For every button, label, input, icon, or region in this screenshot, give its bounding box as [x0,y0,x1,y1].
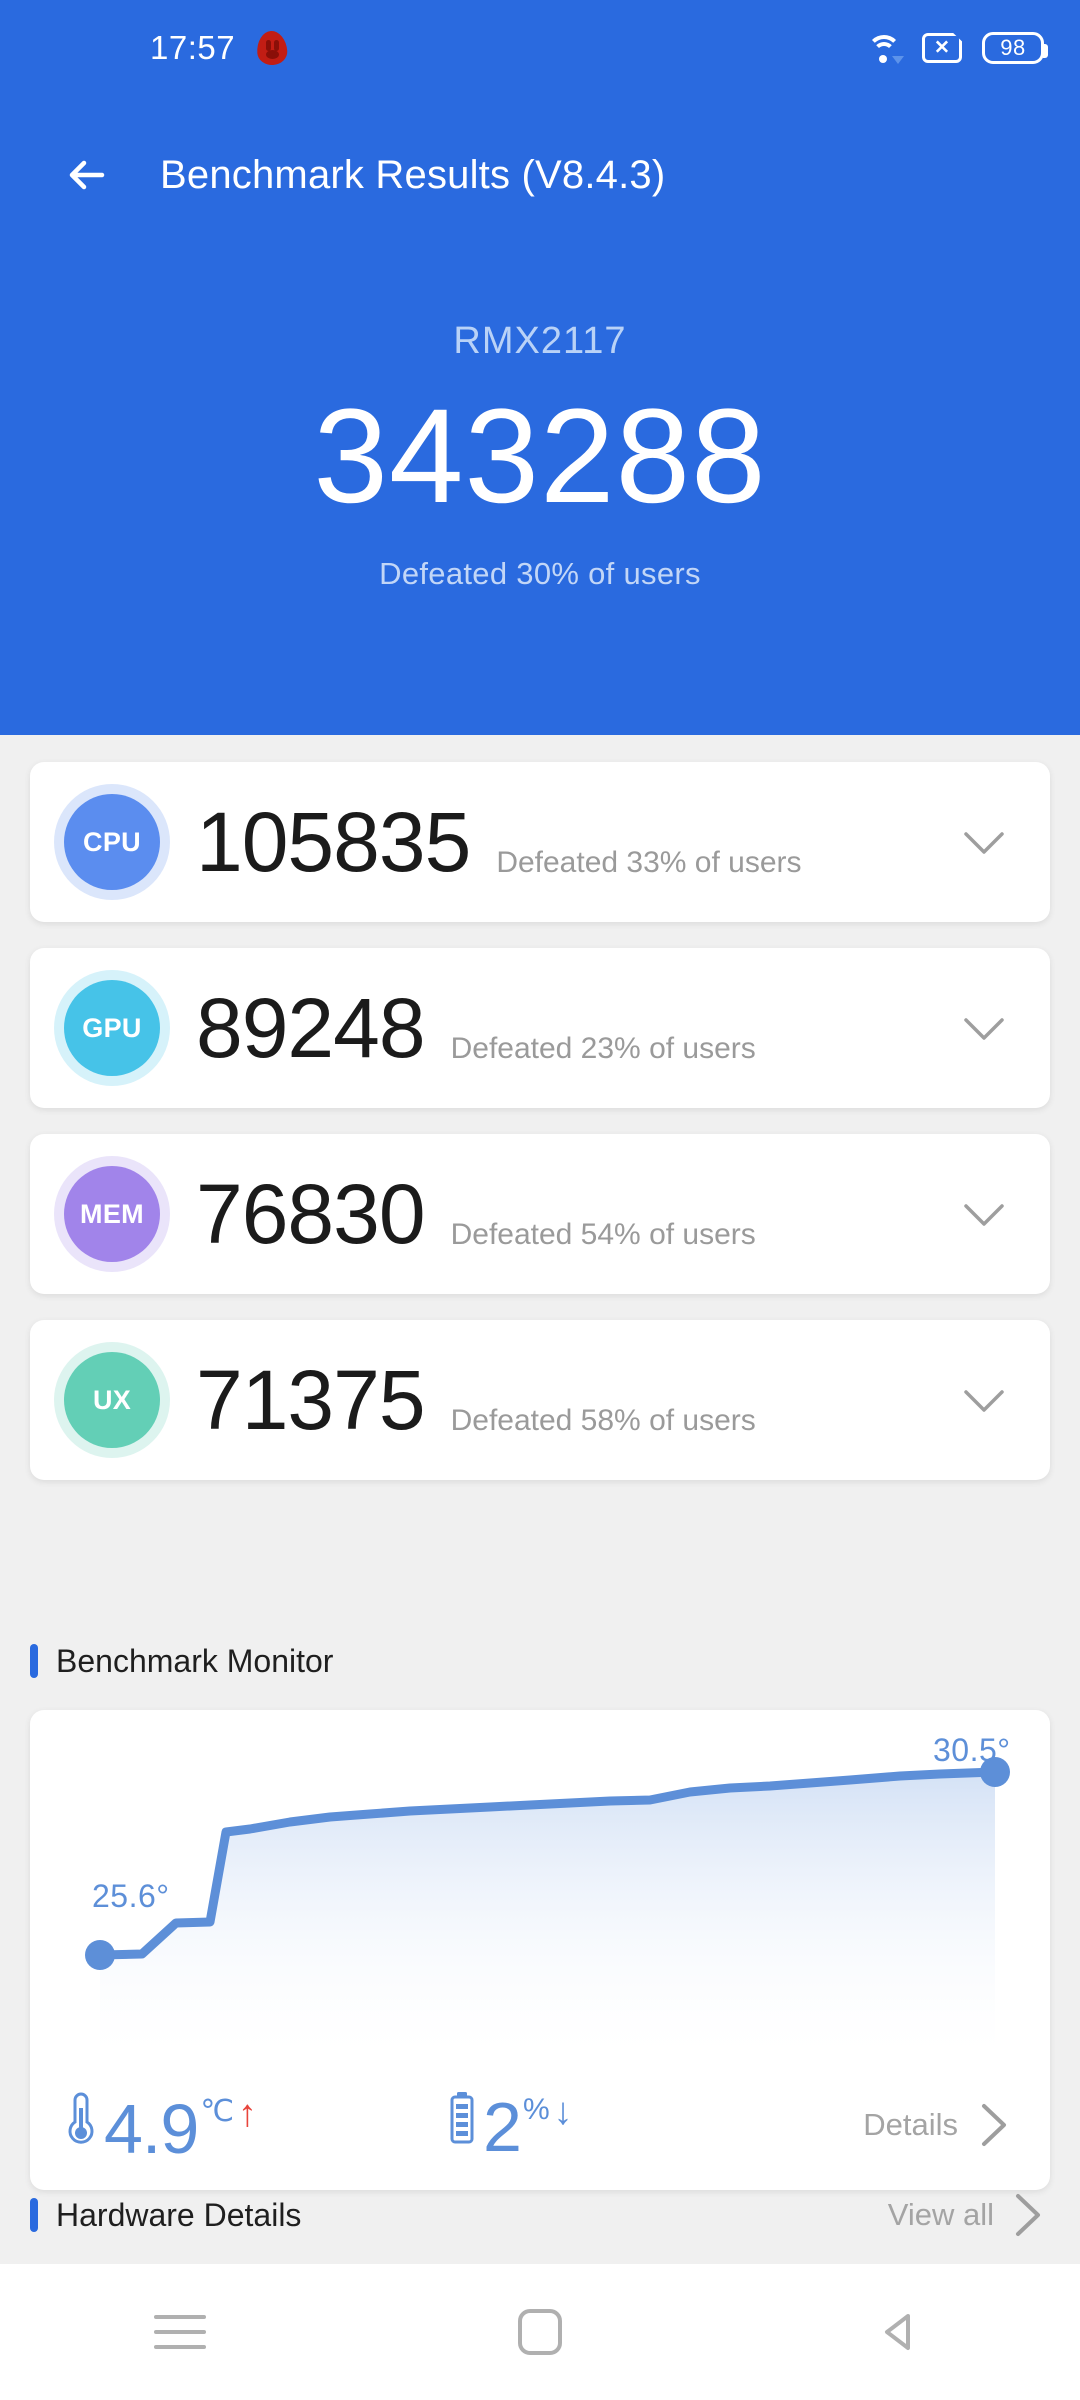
cpu-score-value: 105835 [196,800,470,884]
score-card-gpu[interactable]: GPU 89248 Defeated 23% of users [30,948,1050,1108]
ux-score-value: 71375 [196,1358,425,1442]
cpu-defeated-label: Defeated 33% of users [496,846,801,880]
chevron-down-icon[interactable] [952,810,1016,874]
view-all-label: View all [888,2197,994,2233]
hardware-details-heading[interactable]: Hardware Details View all [0,2180,1080,2250]
status-bar: 17:57 ✕ 98 [0,0,1080,96]
battery-delta-metric: 2 % ↓ [447,2090,573,2161]
thermometer-icon [64,2088,98,2153]
score-card-cpu[interactable]: CPU 105835 Defeated 33% of users [30,762,1050,922]
battery-trend-down-icon: ↓ [554,2093,573,2131]
details-label: Details [863,2107,958,2143]
monitor-details-link[interactable]: Details [863,2094,1016,2156]
chart-start-temp-label: 25.6° [92,1878,170,1915]
gpu-score-value: 89248 [196,986,425,1070]
battery-level-label: 98 [1000,35,1025,61]
mem-score-value: 76830 [196,1172,425,1256]
recents-icon[interactable] [120,2284,240,2380]
gpu-badge-icon: GPU [64,980,160,1076]
temperature-trend-up-icon: ↑ [238,2095,257,2133]
temperature-chart [30,1710,1050,2060]
chevron-down-icon[interactable] [952,1182,1016,1246]
ux-badge-icon: UX [64,1352,160,1448]
back-arrow-icon[interactable] [58,145,118,205]
total-score-value: 343288 [0,385,1080,530]
header-panel: 17:57 ✕ 98 [0,0,1080,735]
sim-card-disabled-icon: ✕ [922,33,962,63]
app-screen: 17:57 ✕ 98 [0,0,1080,2400]
benchmark-monitor-heading: Benchmark Monitor [0,1626,1080,1696]
app-bar: Benchmark Results (V8.4.3) [0,120,1080,230]
section-accent-bar [30,2198,38,2232]
score-card-ux[interactable]: UX 71375 Defeated 58% of users [30,1320,1050,1480]
gpu-defeated-label: Defeated 23% of users [451,1032,756,1066]
section-accent-bar [30,1644,38,1678]
monitor-metrics-row: 4.9 ℃ ↑ 2 [30,2060,1050,2190]
battery-delta-value: 2 [483,2094,521,2161]
benchmark-monitor-title: Benchmark Monitor [56,1643,333,1680]
mem-badge-icon: MEM [64,1166,160,1262]
score-card-mem[interactable]: MEM 76830 Defeated 54% of users [30,1134,1050,1294]
hardware-details-title: Hardware Details [56,2197,301,2234]
hero-score-block: RMX2117 343288 Defeated 30% of users [0,320,1080,592]
hardware-details-section: Hardware Details View all [0,2180,1080,2250]
mem-defeated-label: Defeated 54% of users [451,1218,756,1252]
back-triangle-icon[interactable] [840,2284,960,2380]
home-icon[interactable] [480,2284,600,2380]
ux-defeated-label: Defeated 58% of users [451,1404,756,1438]
battery-delta-unit: % [523,2093,550,2127]
chevron-right-icon [1004,2184,1050,2246]
status-bar-right: ✕ 98 [866,32,1044,64]
chevron-down-icon[interactable] [952,996,1016,1060]
benchmark-monitor-card[interactable]: 25.6° 30.5° 4.9 ℃ ↑ [30,1710,1050,2190]
chart-end-temp-label: 30.5° [933,1732,1011,1769]
device-model-label: RMX2117 [0,320,1080,363]
chevron-down-icon[interactable] [952,1368,1016,1432]
battery-icon [447,2090,477,2151]
total-defeated-label: Defeated 30% of users [0,556,1080,592]
temperature-delta-unit: ℃ [200,2094,234,2129]
wifi-icon [866,33,902,63]
temperature-delta-metric: 4.9 ℃ ↑ [64,2088,257,2163]
battery-status-icon: 98 [982,32,1044,64]
score-card-list: CPU 105835 Defeated 33% of users GPU 892… [0,762,1080,1506]
antutu-flame-icon [257,31,287,65]
benchmark-monitor-section: Benchmark Monitor 25.6° [0,1626,1080,2190]
status-bar-left: 17:57 [150,29,287,67]
status-clock: 17:57 [150,29,235,67]
page-title: Benchmark Results (V8.4.3) [160,153,665,198]
cpu-badge-icon: CPU [64,794,160,890]
chevron-right-icon [970,2094,1016,2156]
hardware-view-all-link[interactable]: View all [888,2184,1050,2246]
temperature-delta-value: 4.9 [104,2096,198,2163]
android-navigation-bar [0,2264,1080,2400]
